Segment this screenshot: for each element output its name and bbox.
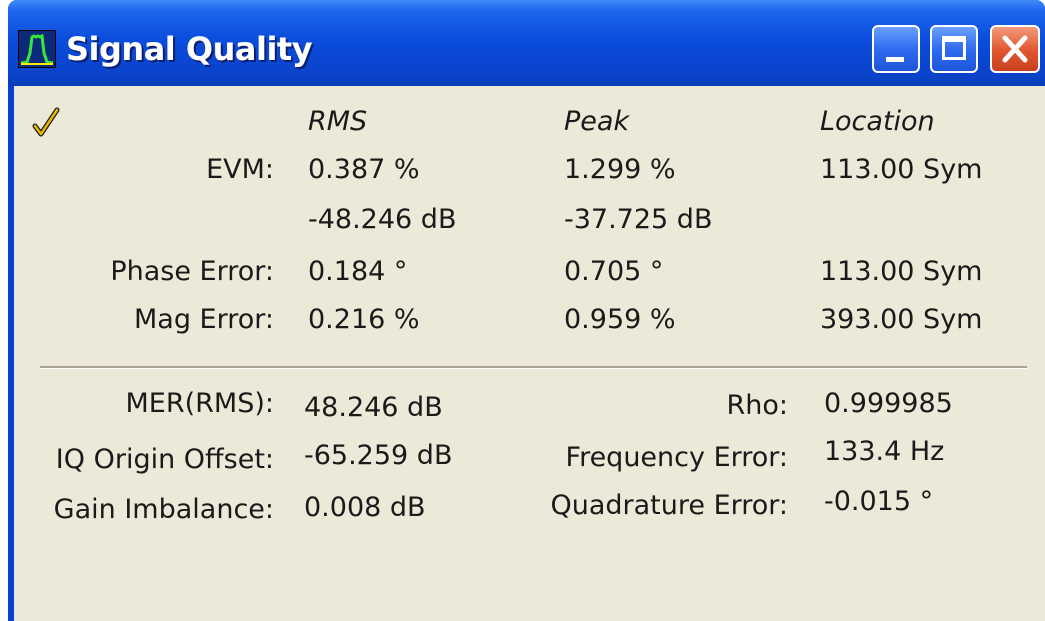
close-icon (1002, 35, 1028, 63)
evm-label: EVM: (206, 154, 274, 185)
mer-rms-label: MER(RMS): (125, 388, 274, 419)
phase-error-location-value: 113.00 Sym (820, 256, 983, 287)
mag-error-rms-value: 0.216 % (308, 304, 420, 335)
iq-origin-offset-value: -65.259 dB (304, 440, 453, 471)
signal-quality-panel: RMS Peak Location EVM: 0.387 % 1.299 % 1… (14, 86, 1045, 621)
location-column-header: Location (820, 106, 935, 137)
maximize-button[interactable] (930, 25, 978, 73)
quadrature-error-value: -0.015 ° (824, 486, 934, 517)
evm-peak-db-value: -37.725 dB (564, 204, 713, 235)
mag-error-label: Mag Error: (134, 304, 274, 335)
evm-rms-db-value: -48.246 dB (308, 204, 457, 235)
mag-error-peak-value: 0.959 % (564, 304, 676, 335)
mag-error-location-value: 393.00 Sym (820, 304, 983, 335)
phase-error-rms-value: 0.184 ° (308, 256, 408, 287)
minimize-button[interactable] (872, 25, 920, 73)
gain-imbalance-label: Gain Imbalance: (53, 494, 274, 525)
signal-quality-window: Signal Quality RMS Peak Location EVM: 0.… (8, 0, 1045, 621)
spectrum-icon[interactable] (18, 30, 56, 68)
maximize-icon (942, 36, 966, 60)
phase-error-peak-value: 0.705 ° (564, 256, 664, 287)
rho-label: Rho: (726, 390, 789, 421)
title-bar[interactable]: Signal Quality (8, 0, 1045, 86)
close-button[interactable] (990, 25, 1040, 73)
evm-rms-value: 0.387 % (308, 154, 420, 185)
section-divider (40, 366, 1027, 369)
frequency-error-label: Frequency Error: (565, 442, 789, 473)
peak-column-header: Peak (564, 106, 630, 137)
minimize-icon (886, 57, 904, 62)
window-title: Signal Quality (66, 30, 313, 68)
rms-column-header: RMS (308, 106, 368, 137)
gain-imbalance-value: 0.008 dB (304, 492, 426, 523)
iq-origin-offset-label: IQ Origin Offset: (55, 444, 274, 475)
mer-rms-value: 48.246 dB (304, 392, 443, 423)
phase-error-label: Phase Error: (110, 256, 274, 287)
checkmark-icon (32, 107, 60, 137)
evm-peak-value: 1.299 % (564, 154, 676, 185)
frequency-error-value: 133.4 Hz (824, 436, 945, 467)
evm-location-value: 113.00 Sym (820, 154, 983, 185)
quadrature-error-label: Quadrature Error: (550, 490, 788, 521)
rho-value: 0.999985 (824, 388, 953, 419)
